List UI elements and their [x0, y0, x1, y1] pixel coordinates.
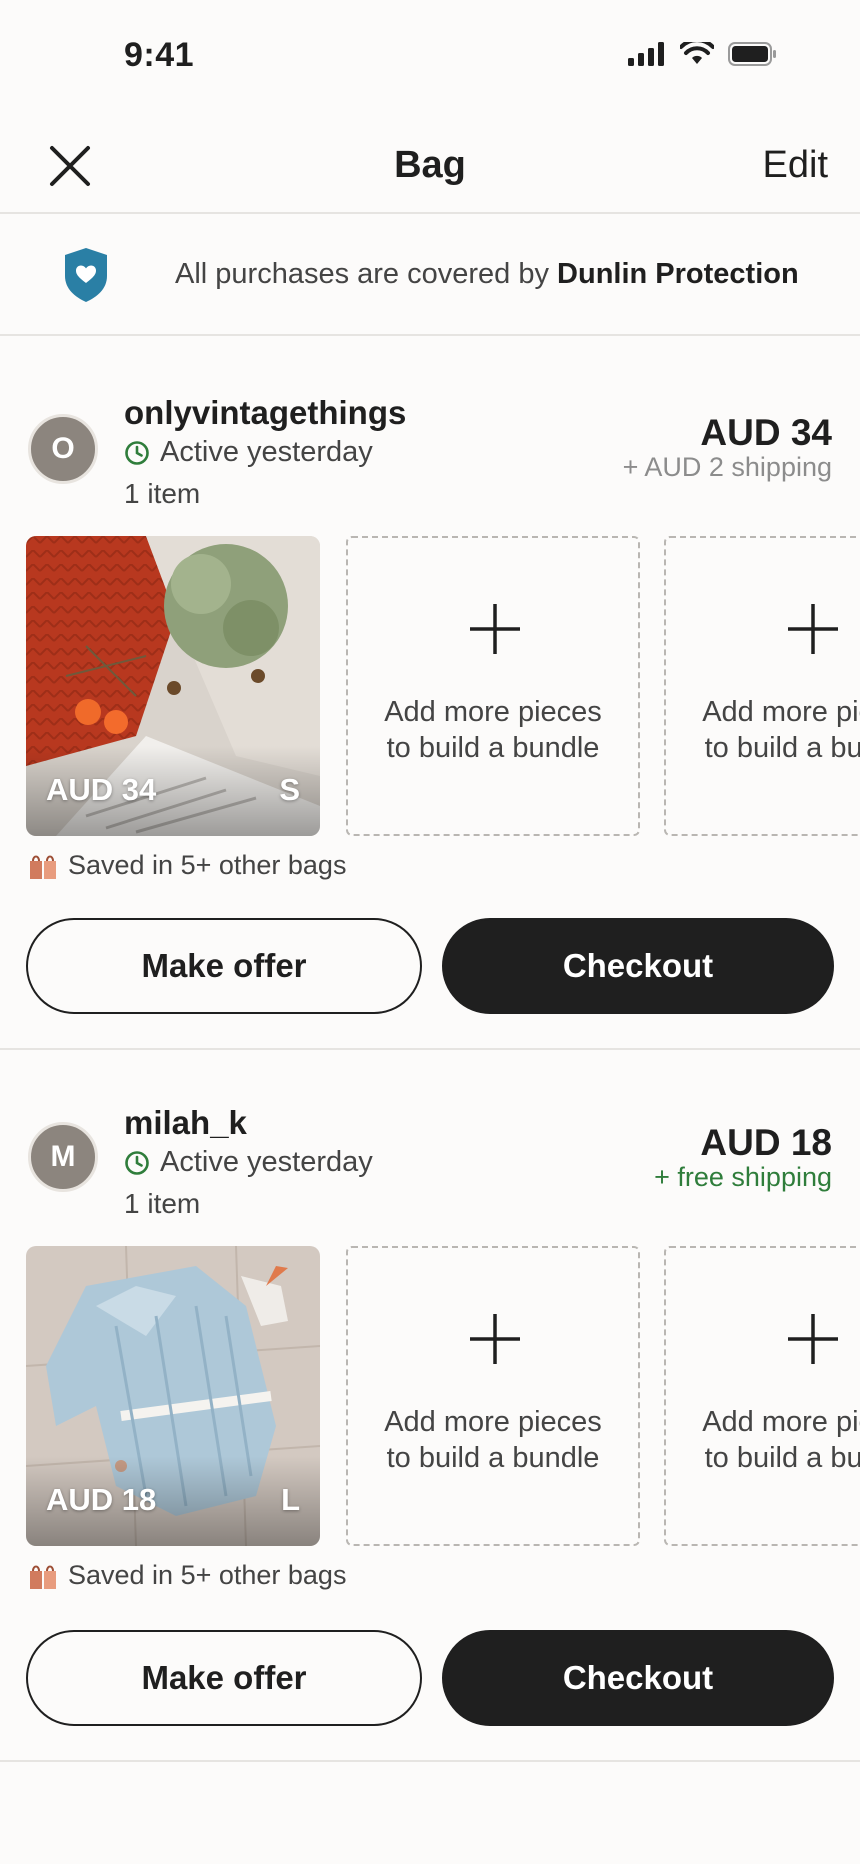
- shipping-note: + AUD 2 shipping: [622, 452, 832, 482]
- add-bundle-card[interactable]: Add more pieces to build a bundle: [346, 1246, 640, 1546]
- seller-name[interactable]: onlyvintagethings: [124, 394, 406, 432]
- active-label: Active yesterday: [160, 436, 373, 468]
- plus-icon: [788, 604, 838, 654]
- item-carousel[interactable]: AUD 34 S Add more pieces to build a bundl…: [26, 536, 860, 836]
- protection-prefix: All purchases are covered by: [175, 258, 558, 290]
- plus-icon: [788, 1314, 838, 1364]
- active-label: Active yesterday: [160, 1146, 373, 1178]
- item-card[interactable]: AUD 34 S: [26, 536, 320, 836]
- seller-section: O onlyvintagethings Active yesterday 1 i…: [0, 338, 860, 1050]
- clock-icon: [125, 1150, 149, 1175]
- item-price: AUD 34: [46, 772, 157, 807]
- saved-in-bags: Saved in 5+ other bags: [28, 850, 346, 881]
- item-card[interactable]: AUD 18 L: [26, 1246, 320, 1546]
- saved-label: Saved in 5+ other bags: [68, 850, 347, 880]
- add-bundle-card[interactable]: Add more pieces to build a bundle: [346, 536, 640, 836]
- add-bundle-card[interactable]: Add more pieces to build a bundle: [664, 536, 860, 836]
- seller-total: AUD 34: [700, 412, 832, 453]
- signal-icon: [628, 42, 664, 66]
- seller-active-status: Active yesterday: [124, 1146, 373, 1179]
- page-title: Bag: [394, 144, 466, 186]
- plus-icon: [470, 1314, 520, 1364]
- item-count: 1 item: [124, 1188, 201, 1219]
- avatar[interactable]: O: [28, 414, 98, 484]
- saved-label: Saved in 5+ other bags: [68, 1560, 347, 1590]
- add-bundle-line1: Add more pieces: [384, 696, 602, 728]
- shipping-note: + free shipping: [654, 1162, 832, 1192]
- add-bundle-text: Add more pieces to build a bundle: [666, 694, 860, 766]
- seller-name[interactable]: milah_k: [124, 1104, 247, 1142]
- item-size: S: [279, 772, 300, 807]
- item-carousel[interactable]: AUD 18 L Add more pieces to build a bundl…: [26, 1246, 860, 1546]
- wifi-icon: [680, 42, 714, 64]
- checkout-button[interactable]: Checkout: [442, 918, 834, 1014]
- status-bar: 9:41: [0, 0, 860, 110]
- make-offer-button[interactable]: Make offer: [26, 1630, 422, 1726]
- add-bundle-line1: Add more pieces: [702, 1406, 860, 1438]
- add-bundle-line1: Add more pieces: [384, 1406, 602, 1438]
- make-offer-button[interactable]: Make offer: [26, 918, 422, 1014]
- protection-brand: Dunlin Protection: [557, 258, 799, 290]
- item-count: 1 item: [124, 478, 201, 509]
- status-time: 9:41: [124, 36, 195, 74]
- protection-banner[interactable]: All purchases are covered by Dunlin Prot…: [0, 216, 860, 336]
- checkout-button[interactable]: Checkout: [442, 1630, 834, 1726]
- shopping-bag-icon: [30, 1565, 56, 1589]
- add-bundle-card[interactable]: Add more pieces to build a bundle: [664, 1246, 860, 1546]
- item-price: AUD 18: [46, 1482, 157, 1517]
- add-bundle-line2: to build a bundle: [386, 732, 600, 764]
- status-icons: [628, 42, 778, 66]
- clock-icon: [125, 440, 149, 465]
- add-bundle-text: Add more pieces to build a bundle: [666, 1404, 860, 1476]
- add-bundle-text: Add more pieces to build a bundle: [348, 1404, 638, 1476]
- seller-active-status: Active yesterday: [124, 436, 373, 469]
- add-bundle-line1: Add more pieces: [702, 696, 860, 728]
- protection-text: All purchases are covered by Dunlin Prot…: [175, 258, 799, 291]
- add-bundle-line2: to build a bundle: [386, 1442, 600, 1474]
- shield-icon: [65, 248, 107, 302]
- avatar[interactable]: M: [28, 1122, 98, 1192]
- add-bundle-line2: to build a bundle: [704, 732, 860, 764]
- add-bundle-line2: to build a bundle: [704, 1442, 860, 1474]
- seller-total: AUD 18: [700, 1122, 832, 1163]
- nav-bar: Bag Edit: [0, 110, 860, 214]
- shopping-bag-icon: [30, 855, 56, 879]
- item-size: L: [281, 1482, 300, 1517]
- add-bundle-text: Add more pieces to build a bundle: [348, 694, 638, 766]
- saved-in-bags: Saved in 5+ other bags: [28, 1560, 346, 1591]
- battery-icon: [728, 42, 776, 66]
- plus-icon: [470, 604, 520, 654]
- edit-button[interactable]: Edit: [763, 144, 828, 187]
- seller-section: M milah_k Active yesterday 1 item AUD 18…: [0, 1050, 860, 1762]
